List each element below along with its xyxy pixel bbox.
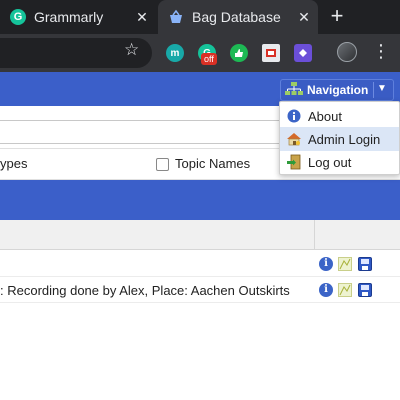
navigation-dropdown-button[interactable]: Navigation ▼ [280, 79, 394, 101]
browser-menu-icon[interactable]: ⋮ [372, 40, 390, 62]
profile-avatar[interactable] [337, 42, 357, 62]
close-tab-icon[interactable]: ✕ [132, 9, 152, 26]
column-divider [314, 220, 315, 250]
topic-names-checkbox[interactable] [156, 158, 169, 171]
navigation-label: Navigation [307, 83, 369, 97]
info-icon[interactable]: i [319, 257, 333, 271]
menu-item-label: About [308, 108, 342, 124]
results-toolbar [0, 180, 400, 220]
browser-tab-strip: G Grammarly ✕ Bag Database ✕ + [0, 0, 400, 34]
exit-door-icon [286, 154, 302, 170]
map-icon[interactable] [338, 257, 352, 271]
menu-item-label: Admin Login [308, 131, 381, 147]
table-row: : Recording done by Alex, Place: Aachen … [0, 277, 400, 303]
table-row: i [0, 251, 400, 277]
table-header [0, 220, 400, 250]
save-icon[interactable] [358, 283, 372, 297]
menu-item-admin-login[interactable]: Admin Login [280, 127, 399, 151]
basket-icon [168, 9, 184, 25]
button-divider [373, 82, 374, 98]
bookmark-star-icon[interactable]: ☆ [124, 40, 139, 60]
screenshot-icon[interactable] [262, 44, 280, 62]
menu-item-log-out[interactable]: Log out [280, 150, 399, 174]
house-key-icon [286, 131, 302, 147]
close-tab-icon[interactable]: ✕ [294, 9, 314, 26]
mendeley-icon[interactable]: m [166, 44, 184, 62]
off-badge: off [201, 53, 217, 65]
tab-bag-database[interactable]: Bag Database ✕ [158, 0, 318, 34]
grammarly-icon: G [10, 9, 26, 25]
new-tab-button[interactable]: + [324, 3, 350, 29]
purple-extension-icon[interactable] [294, 44, 312, 62]
caret-down-icon: ▼ [377, 83, 387, 94]
topic-names-label[interactable]: Topic Names [175, 156, 250, 171]
row-description: : Recording done by Alex, Place: Aachen … [0, 283, 290, 298]
types-filter-label: ypes [0, 156, 28, 171]
tab-grammarly[interactable]: G Grammarly ✕ [0, 0, 156, 34]
info-icon [286, 108, 302, 124]
save-icon[interactable] [358, 257, 372, 271]
menu-item-label: Log out [308, 154, 352, 170]
map-icon[interactable] [338, 283, 352, 297]
info-icon[interactable]: i [319, 283, 333, 297]
navigation-menu: About Admin Login Log out [279, 101, 400, 175]
sitemap-icon [285, 81, 303, 99]
tab-title: Bag Database [192, 9, 281, 25]
tab-title: Grammarly [34, 9, 104, 25]
thumbs-up-icon[interactable] [230, 44, 248, 62]
menu-item-about[interactable]: About [280, 104, 399, 128]
